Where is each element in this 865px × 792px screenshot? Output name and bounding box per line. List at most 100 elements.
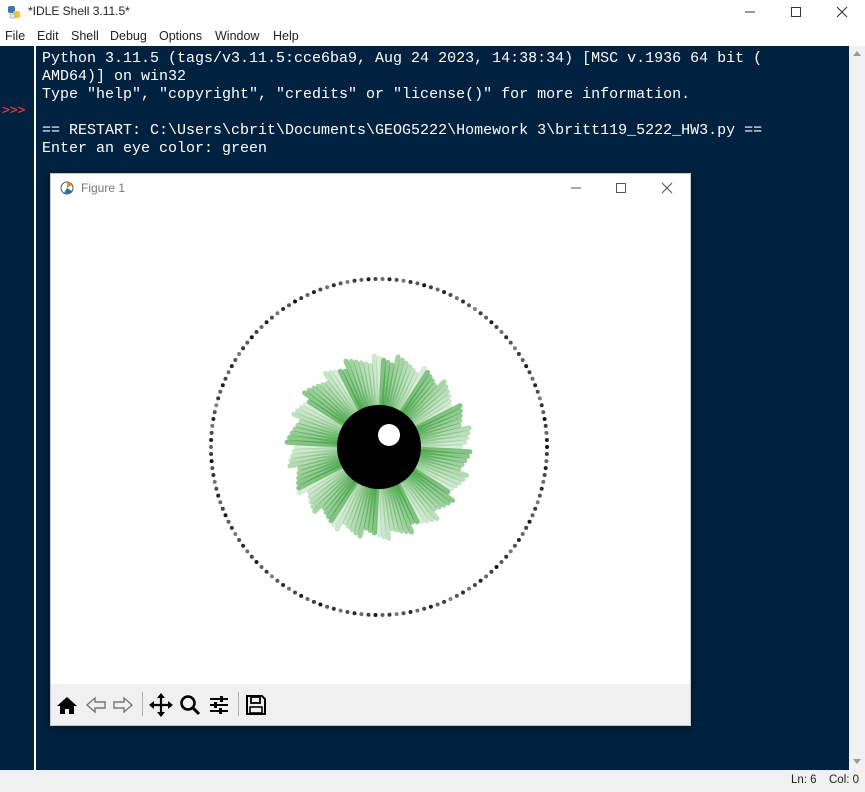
- sclera-dot: [318, 602, 323, 607]
- menu-shell[interactable]: Shell: [71, 29, 99, 43]
- matplotlib-icon: [60, 181, 74, 195]
- sclera-dot: [218, 500, 223, 505]
- sclera-dot: [214, 403, 219, 408]
- sclera-dot: [544, 430, 549, 435]
- sclera-dot: [454, 296, 459, 301]
- sclera-dot: [415, 608, 420, 613]
- title-bar: *IDLE Shell 3.11.5*: [0, 0, 865, 24]
- sclera-dot: [539, 486, 544, 491]
- sclera-dot: [544, 438, 549, 442]
- sclera-dot: [366, 277, 371, 282]
- vertical-scrollbar[interactable]: [849, 46, 865, 770]
- python-icon: [8, 6, 20, 19]
- sclera-dot: [524, 525, 529, 530]
- sclera-dot: [461, 590, 465, 595]
- sclera-dot: [311, 290, 316, 295]
- shell-line-platform: AMD64)] on win32: [42, 68, 187, 85]
- forward-button[interactable]: [110, 692, 136, 718]
- sclera-dot: [494, 325, 499, 329]
- sclera-dot: [539, 403, 544, 408]
- figure-close-button[interactable]: [644, 176, 690, 200]
- sclera-dot: [275, 311, 280, 316]
- sclera-dot: [216, 493, 221, 498]
- sclera-dot: [428, 285, 433, 290]
- menu-file[interactable]: File: [5, 29, 25, 43]
- sclera-dot: [373, 277, 378, 281]
- shell-line-input: Enter an eye color: green: [42, 140, 268, 157]
- sclera-dot: [305, 597, 310, 601]
- figure-canvas[interactable]: [51, 203, 690, 684]
- sclera-dot: [229, 525, 234, 530]
- sclera-dot: [537, 493, 542, 498]
- sclera-dot: [435, 287, 440, 292]
- close-button[interactable]: [819, 0, 865, 24]
- sclera-dot: [535, 389, 540, 394]
- figure-toolbar: [51, 684, 690, 725]
- sclera-dot: [212, 479, 217, 484]
- sclera-dot: [220, 506, 225, 511]
- sclera-dot: [542, 473, 547, 477]
- sclera-dot: [254, 330, 259, 334]
- menu-edit[interactable]: Edit: [37, 29, 59, 43]
- sclera-dot: [325, 285, 330, 290]
- sclera-dot: [209, 445, 213, 449]
- menu-options[interactable]: Options: [159, 29, 202, 43]
- status-bar: Ln: 6 Col: 0: [0, 770, 865, 792]
- sclera-dot: [408, 610, 413, 614]
- sclera-dot: [359, 612, 364, 617]
- sclera-dot: [494, 565, 499, 569]
- sclera-dot: [545, 445, 549, 449]
- sclera-dot: [489, 320, 494, 325]
- sclera-dot: [543, 423, 548, 428]
- sclera-dot: [394, 612, 399, 617]
- sclera-dot: [467, 303, 471, 308]
- menu-help[interactable]: Help: [273, 29, 299, 43]
- pan-button[interactable]: [148, 692, 174, 718]
- sclera-dot: [226, 370, 231, 375]
- sclera-dot: [275, 578, 280, 583]
- sclera-dot: [226, 519, 231, 524]
- toolbar-separator: [142, 692, 143, 716]
- figure-maximize-button[interactable]: [598, 176, 644, 200]
- menu-window[interactable]: Window: [215, 29, 259, 43]
- sclera-dot: [530, 513, 535, 518]
- home-button[interactable]: [54, 692, 80, 718]
- maximize-icon: [616, 183, 626, 193]
- sclera-dot: [259, 565, 264, 569]
- sclera-dot: [380, 277, 385, 281]
- sclera-dot: [210, 466, 215, 471]
- sclera-dot: [380, 613, 385, 617]
- zoom-button[interactable]: [177, 692, 203, 718]
- sclera-dot: [541, 410, 546, 415]
- sclera-dot: [305, 293, 310, 297]
- menu-debug[interactable]: Debug: [110, 29, 147, 43]
- sclera-dot: [524, 364, 529, 369]
- configure-subplots-button[interactable]: [206, 692, 232, 718]
- sclera-dot: [401, 278, 406, 283]
- sclera-dot: [516, 538, 521, 542]
- sclera-dot: [541, 479, 546, 484]
- sclera-dot: [209, 459, 214, 464]
- sclera-dot: [448, 597, 453, 601]
- sclera-dot: [484, 574, 489, 579]
- scroll-up-icon: [853, 51, 861, 56]
- forward-arrow-icon: [113, 696, 134, 714]
- sclera-dot: [223, 513, 228, 518]
- status-line: Ln: 6: [791, 774, 817, 786]
- sclera-dot: [223, 376, 228, 381]
- sclera-dot: [241, 543, 246, 548]
- back-button[interactable]: [83, 692, 109, 718]
- save-button[interactable]: [243, 692, 269, 718]
- sclera-dot: [373, 613, 378, 617]
- sclera-dot: [499, 330, 504, 334]
- sclera-dot: [299, 296, 304, 301]
- maximize-button[interactable]: [773, 0, 819, 24]
- sclera-dot: [504, 554, 509, 559]
- close-icon: [661, 182, 673, 194]
- figure-minimize-button[interactable]: [553, 176, 599, 200]
- sclera-dot: [216, 396, 221, 401]
- sclera-dot: [478, 578, 483, 583]
- iris-ray: [414, 440, 468, 448]
- sclera-dot: [415, 281, 420, 286]
- minimize-button[interactable]: [727, 0, 773, 24]
